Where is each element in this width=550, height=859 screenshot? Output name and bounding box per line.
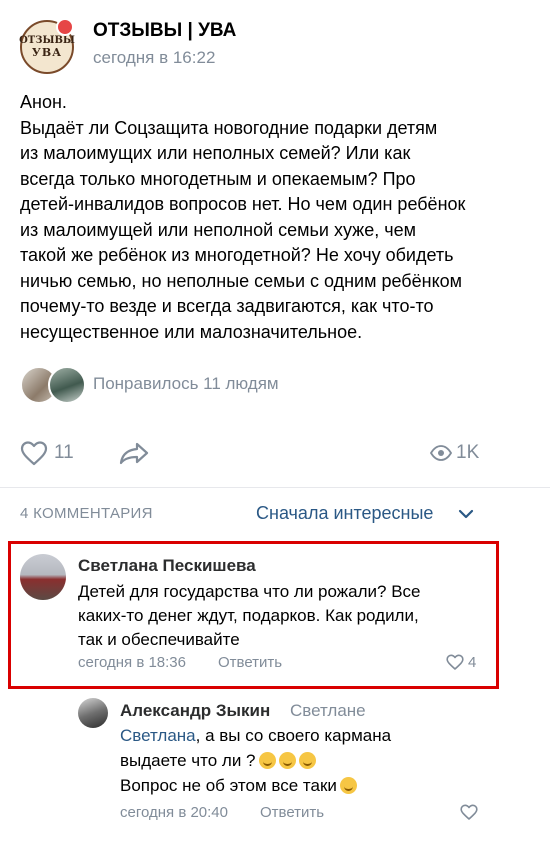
comment-text: Детей для государства что ли рожали? Все…: [78, 582, 421, 649]
comment-time[interactable]: сегодня в 18:36: [78, 654, 186, 671]
reply-line: Вопрос не об этом все таки: [120, 773, 520, 798]
group-name[interactable]: ОТЗЫВЫ | УВА: [93, 20, 236, 42]
liker-avatar[interactable]: [48, 366, 86, 404]
avatar[interactable]: [20, 554, 66, 600]
share-icon[interactable]: [118, 440, 150, 466]
reply-line-text: , а вы со своего кармана: [195, 726, 392, 745]
like-heart-icon[interactable]: [446, 654, 464, 670]
logo-text-bottom: УВА: [31, 46, 63, 59]
avatar[interactable]: [78, 698, 108, 728]
view-count: 1K: [456, 442, 480, 463]
reply-button[interactable]: Ответить: [260, 804, 324, 821]
reply-time[interactable]: сегодня в 20:40: [120, 804, 228, 821]
divider: [0, 487, 550, 488]
like-count: 11: [54, 442, 74, 463]
post-text: Анон. Выдаёт ли Соцзащита новогодние под…: [20, 92, 466, 342]
reply-line-text: Вопрос не об этом все таки: [120, 776, 337, 795]
notification-badge: [56, 18, 74, 36]
liked-by-text[interactable]: Понравилось 11 людям: [93, 374, 279, 394]
rofl-emoji-icon: [298, 752, 316, 769]
rofl-emoji-icon: [258, 752, 276, 769]
logo-text-top: ОТЗЫВЫ: [19, 35, 75, 46]
post-time[interactable]: сегодня в 16:22: [93, 48, 215, 68]
eye-icon: [430, 445, 452, 461]
mention-link[interactable]: Светлана: [120, 726, 196, 745]
like-heart-icon[interactable]: [460, 804, 478, 820]
reply-author[interactable]: Александр Зыкин: [120, 701, 270, 721]
rofl-emoji-icon: [278, 752, 296, 769]
sort-dropdown[interactable]: Сначала интересные: [256, 503, 433, 524]
like-heart-icon[interactable]: [20, 440, 48, 466]
chevron-down-icon[interactable]: [458, 508, 474, 520]
reply-button[interactable]: Ответить: [218, 654, 282, 671]
reply-line-text: выдаете что ли ?: [120, 751, 256, 770]
reply-to[interactable]: Светлане: [290, 701, 366, 721]
comment-author[interactable]: Светлана Пескишева: [78, 556, 256, 576]
rofl-emoji-icon: [339, 777, 357, 794]
reply-text: Светлана, а вы со своего кармана выдаете…: [120, 723, 520, 798]
comment-like-count: 4: [468, 654, 477, 671]
reply-line: выдаете что ли ?: [120, 748, 520, 773]
comments-count: 4 КОММЕНТАРИЯ: [20, 505, 153, 522]
reply-line: Светлана, а вы со своего кармана: [120, 723, 520, 748]
